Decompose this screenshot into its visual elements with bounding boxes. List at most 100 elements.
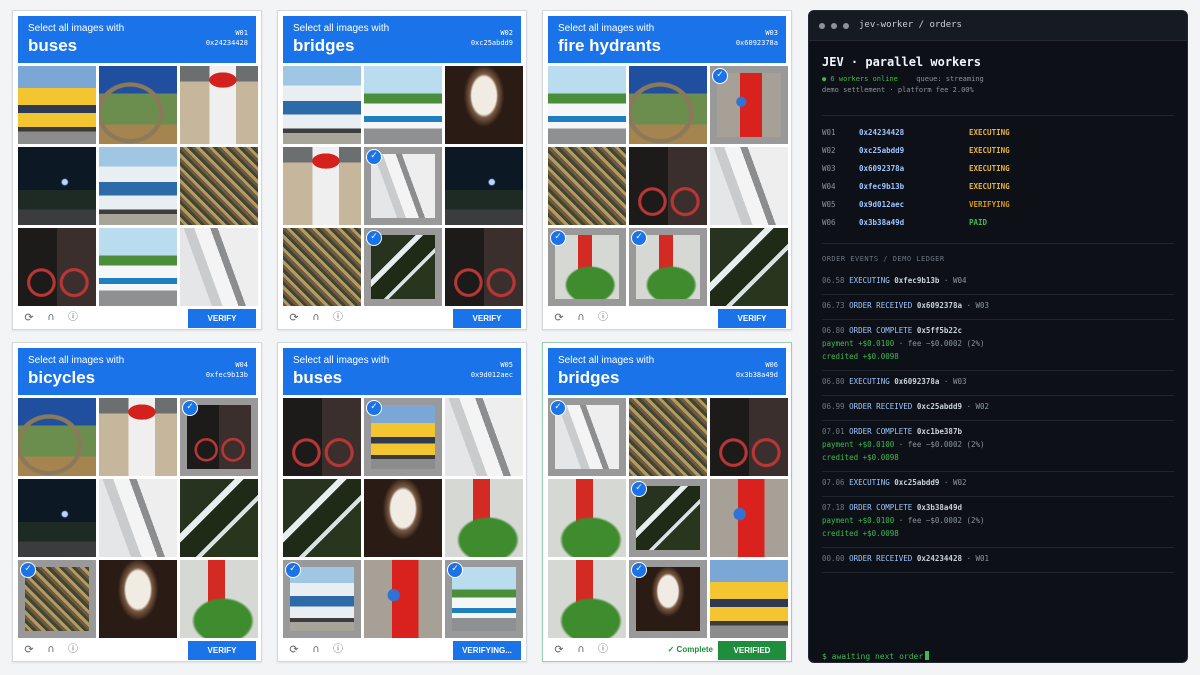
image-tile[interactable] — [18, 398, 96, 476]
image-tile[interactable] — [445, 147, 523, 225]
captcha-footer: ⟳ ∩ ⓘ ✓ Complete VERIFIED — [543, 641, 791, 661]
terminal-prompt[interactable]: $ awaiting next order — [822, 651, 930, 661]
image-tile[interactable] — [710, 147, 788, 225]
image-tile[interactable] — [18, 228, 96, 306]
image-tile[interactable]: ✓ — [710, 66, 788, 144]
info-icon[interactable]: ⓘ — [330, 310, 346, 326]
captcha-widget-w01: Select all images with buses W01 0x24234428… — [12, 10, 262, 330]
reload-icon[interactable]: ⟳ — [286, 642, 302, 658]
info-icon[interactable]: ⓘ — [595, 642, 611, 658]
image-tile[interactable] — [180, 479, 258, 557]
image-tile[interactable] — [364, 560, 442, 638]
image-tile[interactable] — [364, 66, 442, 144]
verify-button[interactable]: VERIFIED — [718, 641, 786, 660]
image-tile[interactable]: ✓ — [283, 560, 361, 638]
image-tile[interactable] — [99, 66, 177, 144]
image-tile[interactable] — [18, 479, 96, 557]
image-tile[interactable] — [364, 479, 442, 557]
image-tile[interactable]: ✓ — [364, 228, 442, 306]
event-kind: EXECUTING — [849, 377, 890, 386]
image-tile[interactable] — [99, 479, 177, 557]
image-tile[interactable]: ✓ — [548, 228, 626, 306]
window-minimize-dot[interactable] — [831, 23, 837, 29]
verify-button[interactable]: VERIFYING... — [453, 641, 521, 660]
info-icon[interactable]: ⓘ — [65, 310, 81, 326]
image-tile[interactable] — [18, 66, 96, 144]
image-tile[interactable] — [629, 147, 707, 225]
info-icon[interactable]: ⓘ — [330, 642, 346, 658]
image-tile[interactable] — [548, 560, 626, 638]
window-maximize-dot[interactable] — [843, 23, 849, 29]
image-tile[interactable]: ✓ — [629, 479, 707, 557]
worker-address: 0x3b38a49d — [735, 371, 778, 379]
verify-button[interactable]: VERIFY — [188, 309, 256, 328]
prompt-text: $ awaiting next order — [822, 652, 924, 661]
image-tile[interactable]: ✓ — [629, 560, 707, 638]
event-address: 0xc25abdd9 — [916, 402, 962, 411]
info-icon[interactable]: ⓘ — [595, 310, 611, 326]
event-address: 0x6092378a — [916, 301, 962, 310]
image-tile[interactable] — [99, 398, 177, 476]
event-row: 06.80 EXECUTING 0x6092378a · W03 — [822, 375, 1174, 388]
image-tile[interactable]: ✓ — [445, 560, 523, 638]
image-tile[interactable] — [283, 228, 361, 306]
tile-image-bike-dark — [629, 147, 707, 225]
reload-icon[interactable]: ⟳ — [286, 310, 302, 326]
verify-button[interactable]: VERIFY — [718, 309, 786, 328]
image-tile[interactable] — [180, 66, 258, 144]
headphones-icon[interactable]: ∩ — [43, 642, 59, 658]
image-tile[interactable] — [99, 147, 177, 225]
verify-button[interactable]: VERIFY — [188, 641, 256, 660]
image-tile[interactable]: ✓ — [548, 398, 626, 476]
worker-id: W06 — [765, 361, 778, 369]
image-tile[interactable] — [548, 479, 626, 557]
image-tile[interactable]: ✓ — [364, 147, 442, 225]
image-tile[interactable]: ✓ — [180, 398, 258, 476]
tile-image-bus-yellow — [710, 560, 788, 638]
image-tile[interactable] — [99, 228, 177, 306]
image-tile[interactable] — [18, 147, 96, 225]
checkmark-icon: ✓ — [550, 400, 566, 416]
image-tile[interactable] — [710, 398, 788, 476]
image-tile[interactable] — [99, 560, 177, 638]
image-tile[interactable]: ✓ — [364, 398, 442, 476]
reload-icon[interactable]: ⟳ — [551, 310, 567, 326]
image-tile[interactable] — [548, 147, 626, 225]
headphones-icon[interactable]: ∩ — [308, 642, 324, 658]
image-tile[interactable] — [445, 398, 523, 476]
image-tile[interactable] — [283, 147, 361, 225]
image-tile[interactable] — [445, 66, 523, 144]
verify-button[interactable]: VERIFY — [453, 309, 521, 328]
info-icon[interactable]: ⓘ — [65, 642, 81, 658]
image-tile[interactable] — [283, 66, 361, 144]
image-tile[interactable] — [180, 147, 258, 225]
reload-icon[interactable]: ⟳ — [21, 642, 37, 658]
image-tile[interactable] — [445, 228, 523, 306]
image-tile[interactable] — [283, 398, 361, 476]
image-tile[interactable] — [180, 560, 258, 638]
image-tile[interactable] — [629, 398, 707, 476]
image-tile[interactable] — [283, 479, 361, 557]
headphones-icon[interactable]: ∩ — [43, 310, 59, 326]
image-tile[interactable] — [710, 479, 788, 557]
tile-image-bridge-rail — [636, 486, 700, 550]
headphones-icon[interactable]: ∩ — [573, 310, 589, 326]
tile-image-bridge-rail — [180, 479, 258, 557]
image-tile[interactable]: ✓ — [18, 560, 96, 638]
image-tile[interactable] — [548, 66, 626, 144]
tile-image-bridge-tunnel — [445, 66, 523, 144]
window-close-dot[interactable] — [819, 23, 825, 29]
headphones-icon[interactable]: ∩ — [573, 642, 589, 658]
image-tile[interactable]: ✓ — [629, 228, 707, 306]
captcha-instruction: Select all images with — [293, 355, 390, 366]
image-tile[interactable] — [445, 479, 523, 557]
image-tile[interactable] — [180, 228, 258, 306]
image-tile[interactable] — [710, 228, 788, 306]
image-tile[interactable] — [710, 560, 788, 638]
captcha-footer: ⟳ ∩ ⓘ VERIFY — [543, 309, 791, 329]
reload-icon[interactable]: ⟳ — [551, 642, 567, 658]
reload-icon[interactable]: ⟳ — [21, 310, 37, 326]
image-tile[interactable] — [629, 66, 707, 144]
checkmark-icon: ✓ — [631, 481, 647, 497]
headphones-icon[interactable]: ∩ — [308, 310, 324, 326]
